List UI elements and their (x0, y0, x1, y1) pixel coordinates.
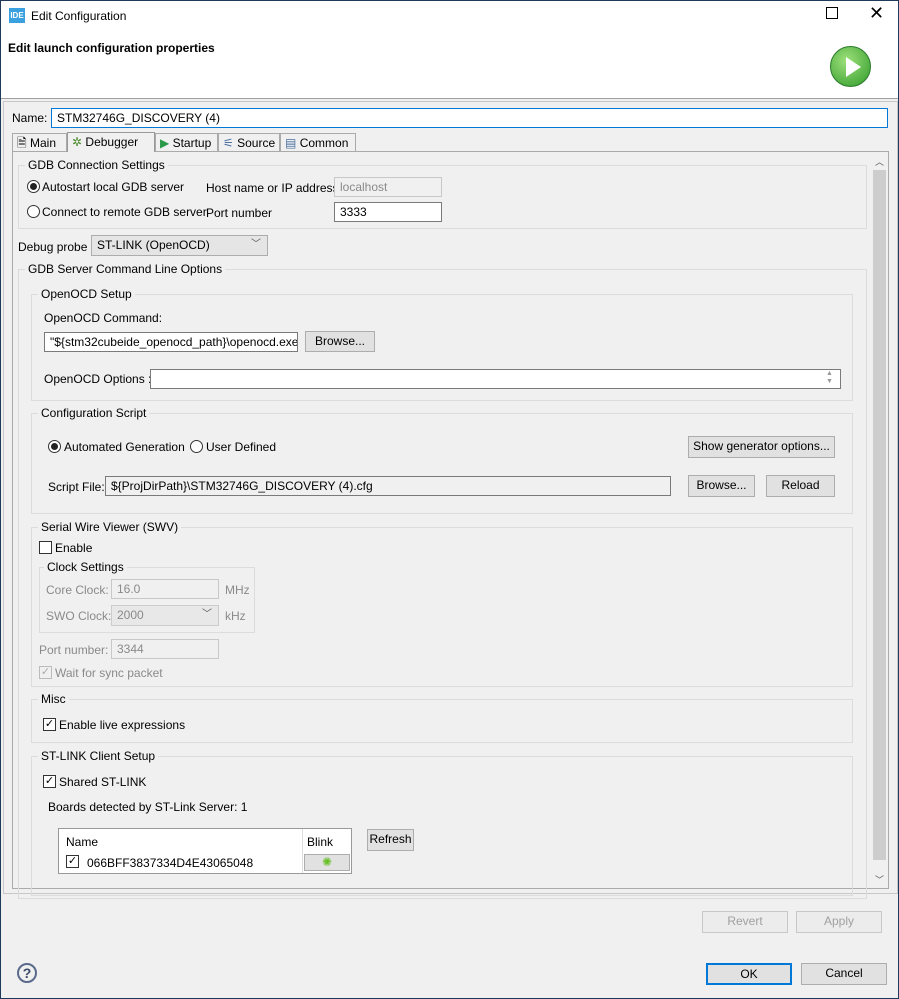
swv-port-label: Port number: (39, 643, 109, 657)
configuration-script-group: Configuration Script (31, 406, 853, 514)
board-row-name: 066BFF3837334D4E43065048 (87, 856, 254, 870)
play-icon: ▶ (160, 136, 170, 150)
script-browse-button[interactable]: Browse... (688, 475, 755, 497)
shared-stlink-checkbox[interactable]: ✓ (43, 775, 56, 788)
tab-startup[interactable]: ▶ Startup (155, 133, 218, 152)
core-clock-input[interactable]: 16.0 (111, 579, 219, 599)
group-title: Configuration Script (38, 406, 150, 420)
blink-button[interactable]: ✺ (304, 854, 350, 871)
group-title: OpenOCD Setup (38, 287, 135, 301)
name-label: Name: (12, 111, 48, 125)
autostart-label: Autostart local GDB server (42, 180, 185, 194)
openocd-command-label: OpenOCD Command: (44, 311, 163, 325)
swv-enable-checkbox[interactable] (39, 541, 52, 554)
col-name-header: Name (66, 835, 99, 849)
autostart-radio[interactable] (27, 180, 40, 193)
swv-port-input[interactable]: 3344 (111, 639, 219, 659)
edit-configuration-dialog: IDE Edit Configuration ✕ Edit launch con… (0, 0, 899, 999)
revert-button[interactable]: Revert (702, 911, 788, 933)
live-expressions-label: Enable live expressions (59, 718, 186, 732)
tab-source[interactable]: ⚟ Source (218, 133, 280, 152)
refresh-button[interactable]: Refresh (367, 829, 414, 851)
boards-detected-label: Boards detected by ST-Link Server: 1 (48, 800, 248, 814)
tab-common[interactable]: ▤ Common (280, 133, 356, 152)
vertical-scrollbar[interactable]: ︿ ﹀ (871, 153, 888, 888)
user-defined-label: User Defined (206, 440, 277, 454)
tab-label: Main (30, 136, 57, 150)
file-icon: 🗎 (17, 136, 27, 150)
help-icon[interactable]: ? (17, 963, 37, 983)
board-row-checkbox[interactable]: ✓ (66, 855, 79, 868)
swv-enable-label: Enable (55, 541, 93, 555)
remote-radio[interactable] (27, 205, 40, 218)
window-title: Edit Configuration (31, 9, 127, 23)
boards-table: Name Blink ✓ 066BFF3837334D4E43065048 ✺ (58, 828, 352, 874)
options-spinner[interactable]: ▲ ▼ (826, 370, 833, 386)
scrollbar-thumb[interactable] (873, 170, 886, 860)
script-file-label: Script File: (48, 480, 105, 494)
probe-value: ST-LINK (OpenOCD) (97, 238, 210, 252)
live-expressions-checkbox[interactable]: ✓ (43, 718, 56, 731)
tab-label: Common (299, 136, 349, 150)
cancel-button[interactable]: Cancel (801, 963, 887, 985)
app-icon: IDE (9, 8, 25, 23)
chevron-down-icon: ﹀ (202, 609, 212, 620)
port-label: Port number (206, 206, 273, 220)
title-bar: IDE Edit Configuration ✕ (1, 1, 898, 31)
port-input[interactable]: 3333 (334, 202, 442, 222)
group-title: Serial Wire Viewer (SWV) (38, 520, 182, 534)
core-clock-label: Core Clock: (46, 583, 109, 597)
host-label: Host name or IP address (206, 181, 339, 195)
group-title: GDB Server Command Line Options (25, 262, 226, 276)
gdb-connection-group: GDB Connection Settings (18, 158, 867, 229)
table-icon: ▤ (285, 136, 297, 150)
automated-generation-label: Automated Generation (64, 440, 185, 454)
green-run-icon (830, 46, 871, 87)
swo-clock-select[interactable]: 2000 ﹀ (111, 605, 219, 626)
close-button[interactable]: ✕ (869, 3, 884, 24)
swo-value: 2000 (117, 608, 144, 622)
openocd-browse-button[interactable]: Browse... (305, 331, 375, 352)
apply-button[interactable]: Apply (796, 911, 882, 933)
group-title: Misc (38, 692, 69, 706)
tab-label: Startup (172, 136, 212, 150)
tab-main[interactable]: 🗎 Main (12, 133, 67, 152)
bug-icon: ✲ (72, 135, 83, 149)
remote-label: Connect to remote GDB server (42, 205, 207, 219)
maximize-button[interactable] (826, 7, 838, 19)
openocd-options-input[interactable] (150, 369, 841, 389)
host-input[interactable]: localhost (334, 177, 442, 197)
wait-sync-label: Wait for sync packet (55, 666, 163, 680)
tab-debugger[interactable]: ✲ Debugger (67, 132, 155, 152)
debug-probe-label: Debug probe (18, 240, 88, 254)
tab-label: Debugger (85, 135, 139, 149)
led-icon: ✺ (321, 855, 333, 869)
script-file-input[interactable]: ${ProjDirPath}\STM32746G_DISCOVERY (4).c… (105, 476, 671, 496)
core-clock-unit: MHz (225, 583, 250, 597)
group-title: Clock Settings (44, 560, 127, 574)
header-title: Edit launch configuration properties (8, 41, 215, 55)
debug-probe-select[interactable]: ST-LINK (OpenOCD) ﹀ (91, 235, 268, 256)
show-generator-options-button[interactable]: Show generator options... (688, 436, 835, 458)
group-title: GDB Connection Settings (25, 158, 168, 172)
reload-button[interactable]: Reload (766, 475, 835, 497)
stlink-client-group: ST-LINK Client Setup (31, 749, 853, 896)
automated-generation-radio[interactable] (48, 440, 61, 453)
shared-stlink-label: Shared ST-LINK (59, 775, 147, 789)
group-title: ST-LINK Client Setup (38, 749, 159, 763)
openocd-command-input[interactable]: "${stm32cubeide_openocd_path}\openocd.ex… (44, 332, 298, 352)
openocd-options-label: OpenOCD Options : (44, 372, 152, 386)
col-blink-header: Blink (307, 835, 334, 849)
name-input[interactable] (51, 108, 888, 128)
user-defined-radio[interactable] (190, 440, 203, 453)
tab-label: Source (237, 136, 276, 150)
ok-button[interactable]: OK (706, 963, 792, 985)
swo-clock-label: SWO Clock: (46, 609, 112, 623)
wait-sync-checkbox[interactable]: ✓ (39, 666, 52, 679)
swo-clock-unit: kHz (225, 609, 246, 623)
source-icon: ⚟ (223, 136, 234, 150)
chevron-down-icon: ﹀ (251, 239, 261, 250)
dialog-header: Edit launch configuration properties (1, 31, 898, 99)
